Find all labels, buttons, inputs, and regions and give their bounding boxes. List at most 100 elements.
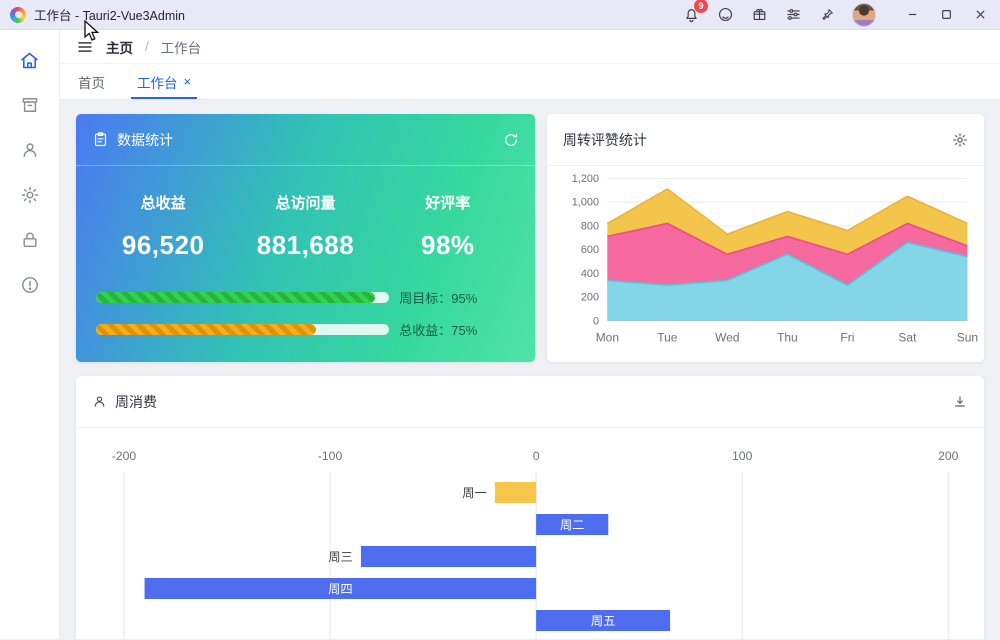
pin-button[interactable] [818,6,836,24]
stat-label: 总访问量 [275,195,336,212]
minimize-icon [908,13,916,16]
stat-label: 好评率 [425,195,471,212]
area-card-header: 周转评赞统计 [546,114,984,166]
theme-button[interactable] [750,6,768,24]
sidebar-item-home[interactable] [8,38,52,82]
tab-workbench-label: 工作台 [137,75,178,91]
app-logo-icon [10,6,26,23]
pin-icon [822,8,833,20]
stat-revenue: 总收益 96,520 [92,192,234,261]
svg-text:1,000: 1,000 [572,197,599,209]
stat-label: 总收益 [140,195,186,212]
sidebar-item-storage[interactable] [8,83,52,127]
svg-text:Thu: Thu [777,330,798,344]
maximize-button[interactable] [932,3,960,27]
area-chart-body: 0 200 400 600 800 1,000 1,200 Mon Tue Wed Thu Fri Sa… [547,166,984,362]
stat-value: 881,688 [256,230,355,260]
download-button[interactable] [952,394,968,410]
svg-text:Sat: Sat [898,330,917,344]
progress-fill-green [96,292,375,303]
area-card-title: 周转评赞统计 [562,131,647,148]
user-avatar[interactable] [852,2,876,27]
breadcrumb-home[interactable]: 主页 [106,37,133,57]
stats-card-body: 总收益 96,520 总访问量 881,688 好评率 98% 周目标：95% … [76,166,535,362]
page-header: 主页 / 工作台 [60,30,1000,64]
sidebar-item-users[interactable] [8,128,52,172]
gear-icon [21,186,38,204]
user-icon [94,396,105,407]
svg-text:0: 0 [533,449,540,463]
home-icon [21,52,38,68]
progress-fill-orange [96,324,316,335]
refresh-button[interactable] [503,132,519,148]
svg-text:0: 0 [593,315,599,327]
progress-label: 周目标：95% [399,291,478,306]
clipboard-icon [94,132,107,147]
progress-week-goal: 周目标：95% [96,288,515,307]
app-window: 工作台 - Tauri2-Vue3Admin 9 主页 / 工作台 首页 工作台… [0,0,1000,640]
download-icon [955,395,965,407]
bar-chart-card: 周消费 -200 -100 0 100 200 周一 周二 周三 周四 周五 [76,376,984,639]
stat-rating: 好评率 98% [377,192,519,261]
bar-chart-body: -200 -100 0 100 200 周一 周二 周三 周四 周五 [76,428,984,639]
svg-text:Mon: Mon [596,330,619,344]
chart-settings-button[interactable] [952,132,968,148]
svg-text:200: 200 [581,292,599,304]
progress-label: 总收益：75% [399,323,478,338]
bar-chart[interactable]: -200 -100 0 100 200 周一周二周三周四周五 [76,428,984,639]
svg-text:800: 800 [581,220,599,232]
area-chart-card: 周转评赞统计 0 200 400 600 800 1,000 1,200 Mon Tue Wed T… [546,114,984,362]
svg-text:-200: -200 [112,449,137,463]
close-icon [975,10,985,19]
maximize-icon [941,10,951,19]
bar-card-header: 周消费 [76,376,984,428]
layout-settings-button[interactable] [784,6,802,24]
sidebar-item-settings[interactable] [8,173,52,217]
titlebar-right: 9 [682,0,994,27]
minimize-button[interactable] [898,3,926,27]
stats-card-header: 数据统计 [76,114,535,166]
svg-text:周一: 周一 [462,486,486,500]
stat-visits: 总访问量 881,688 [234,192,376,261]
svg-text:1,200: 1,200 [572,173,599,185]
refresh-icon [505,133,517,146]
github-icon [718,7,732,22]
main-area: 主页 / 工作台 首页 工作台 × 数据统计 总收益 96,520 总访问量 8… [60,30,1000,639]
svg-text:周四: 周四 [328,582,352,596]
menu-collapse-button[interactable] [76,38,94,56]
sidebar [0,30,60,639]
svg-text:Tue: Tue [657,330,678,344]
tab-close-icon[interactable]: × [184,75,192,88]
sliders-icon [786,9,800,20]
tab-home[interactable]: 首页 [76,64,107,99]
github-button[interactable] [716,6,734,24]
tab-workbench[interactable]: 工作台 × [130,64,198,99]
svg-text:周二: 周二 [560,518,584,532]
notifications-button[interactable]: 9 [682,0,708,24]
archive-icon [22,98,37,112]
progress-track [96,324,390,335]
svg-text:400: 400 [581,268,599,280]
close-button[interactable] [966,3,994,27]
svg-text:600: 600 [581,244,599,256]
sidebar-item-about[interactable] [8,263,52,307]
content: 数据统计 总收益 96,520 总访问量 881,688 好评率 98% 周目标… [60,100,1000,639]
gift-icon [753,8,765,21]
svg-text:周五: 周五 [591,614,615,628]
area-chart[interactable]: 0 200 400 600 800 1,000 1,200 Mon Tue Wed Thu Fri Sa… [547,166,984,362]
svg-text:周三: 周三 [328,550,352,564]
sidebar-item-security[interactable] [8,218,52,262]
tabbar: 首页 工作台 × [60,64,1000,100]
svg-text:Fri: Fri [840,330,854,344]
progress-total-revenue: 总收益：75% [96,320,515,339]
svg-text:100: 100 [732,449,753,463]
gear-icon [953,132,967,147]
window-title: 工作台 - Tauri2-Vue3Admin [34,9,185,23]
svg-text:Sun: Sun [957,330,978,344]
stat-value: 98% [421,230,475,260]
titlebar[interactable]: 工作台 - Tauri2-Vue3Admin 9 [0,0,1000,30]
bar-card-title: 周消费 [115,393,157,410]
notification-badge: 9 [694,0,708,13]
breadcrumb-separator: / [145,39,149,54]
lock-icon [22,232,37,248]
